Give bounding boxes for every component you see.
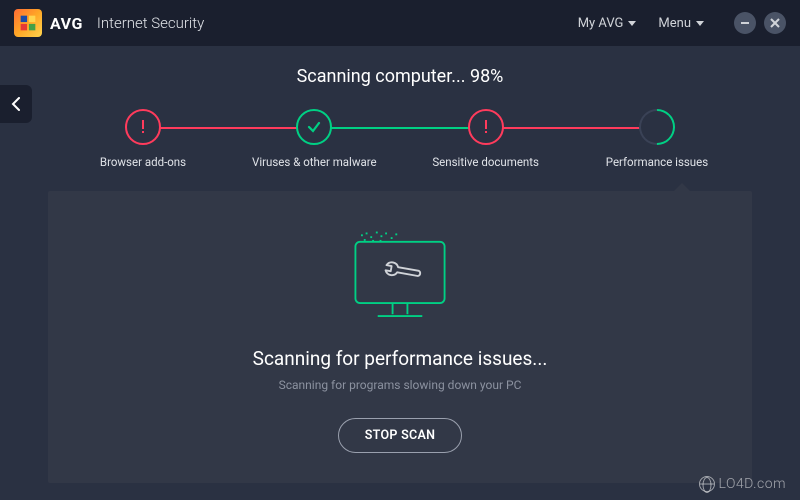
scan-progress-title: Scanning computer... 98% (48, 66, 752, 87)
stop-scan-button[interactable]: STOP SCAN (338, 418, 463, 453)
watermark-text: LO4D.com (719, 476, 787, 492)
check-icon (296, 109, 332, 145)
product-name: Internet Security (97, 14, 204, 32)
card-heading: Scanning for performance issues... (253, 347, 548, 370)
close-button[interactable] (764, 12, 786, 34)
stage-sensitive-documents: Sensitive documents (421, 109, 551, 169)
stage-label: Sensitive documents (432, 155, 539, 169)
back-button[interactable] (0, 85, 32, 123)
my-avg-dropdown[interactable]: My AVG (578, 16, 637, 31)
menu-dropdown[interactable]: Menu (658, 16, 704, 31)
globe-icon (699, 476, 715, 492)
brand-name: AVG (50, 14, 83, 33)
alert-icon (125, 109, 161, 145)
stage-label: Performance issues (606, 155, 708, 169)
chevron-down-icon (696, 21, 704, 26)
monitor-wrench-icon (335, 223, 465, 333)
stage-label: Viruses & other malware (252, 155, 377, 169)
scan-stages: Browser add-ons Viruses & other malware … (48, 109, 752, 169)
stage-browser-addons: Browser add-ons (78, 109, 208, 169)
scan-detail-card: Scanning for performance issues... Scann… (48, 191, 752, 483)
spinner-icon (632, 102, 683, 153)
stage-performance-issues: Performance issues (592, 109, 722, 169)
alert-icon (468, 109, 504, 145)
avg-logo-icon (14, 9, 42, 37)
scan-title-text: Scanning computer... (297, 66, 470, 87)
main-content: Scanning computer... 98% Browser add-ons… (0, 46, 800, 483)
menu-label: Menu (658, 16, 691, 31)
my-avg-label: My AVG (578, 16, 624, 31)
chevron-down-icon (628, 21, 636, 26)
scan-percent: 98% (470, 66, 503, 87)
watermark: LO4D.com (699, 476, 787, 492)
chevron-left-icon (11, 97, 21, 111)
stage-label: Browser add-ons (100, 155, 186, 169)
minimize-button[interactable] (734, 12, 756, 34)
card-subtext: Scanning for programs slowing down your … (279, 378, 522, 392)
app-header: AVG Internet Security My AVG Menu (0, 0, 800, 46)
stage-viruses-malware: Viruses & other malware (249, 109, 379, 169)
brand-block: AVG Internet Security (14, 9, 204, 37)
